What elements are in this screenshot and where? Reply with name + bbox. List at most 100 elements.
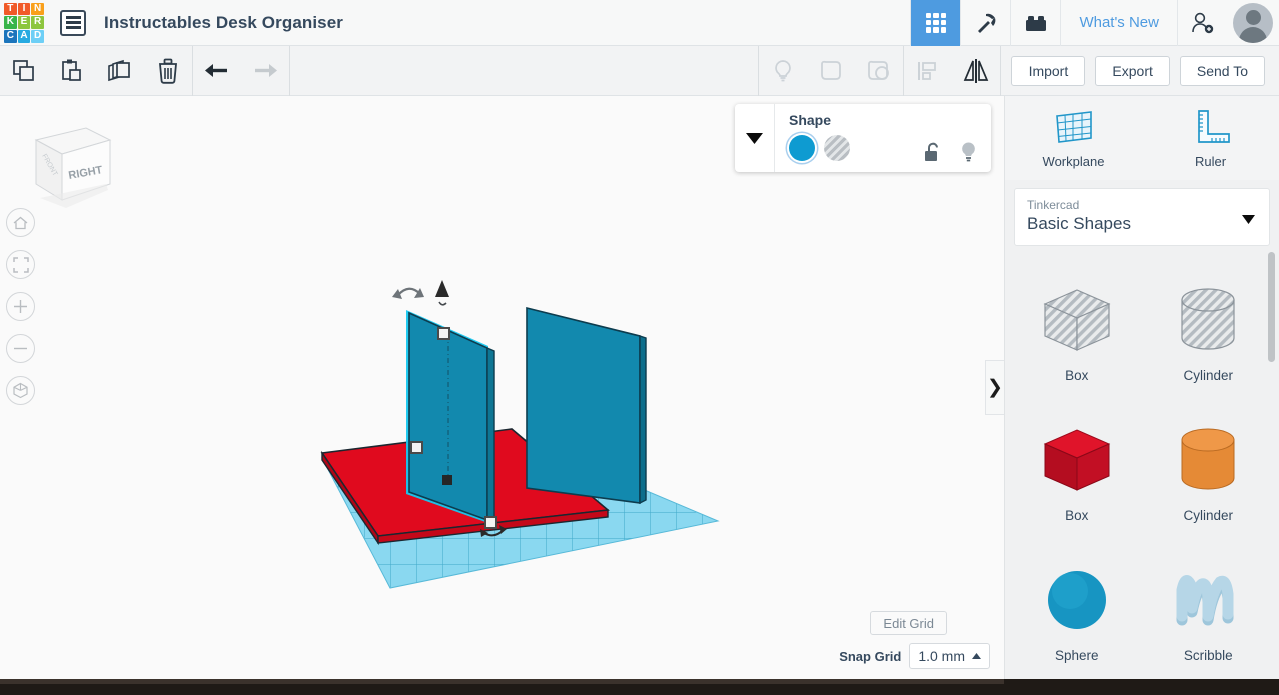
snap-grid-select[interactable]: 1.0 mm [909, 643, 990, 669]
shape-library-grid: Box Cylinder Box Cylinder Sphere Scribbl… [1005, 248, 1279, 695]
view-cube[interactable]: RIGHT FRONT [18, 118, 114, 210]
perspective-toggle-button[interactable] [6, 376, 35, 405]
logo-tile: E [17, 16, 31, 29]
chevron-up-icon [972, 652, 981, 659]
duplicate-icon[interactable] [96, 46, 144, 96]
whats-new-link[interactable]: What's New [1060, 0, 1177, 46]
scribble-thumbnail [1176, 574, 1234, 625]
export-button[interactable]: Export [1095, 55, 1170, 86]
shape-panel-collapse-button[interactable] [735, 104, 775, 172]
hole-box-thumbnail [1043, 288, 1111, 351]
paste-icon[interactable] [48, 46, 96, 96]
app-header: T I N K E R C A D Instructables Desk Org… [0, 0, 1279, 46]
copy-icon[interactable] [0, 46, 48, 96]
library-collection: Basic Shapes [1027, 214, 1131, 233]
file-actions: Import Export Send To [1001, 46, 1279, 96]
tinkercad-logo[interactable]: T I N K E R C A D [2, 1, 46, 45]
zoom-in-button[interactable] [6, 292, 35, 321]
mirror-flip-icon[interactable] [952, 46, 1000, 96]
shape-box-red[interactable]: Box [1011, 400, 1143, 540]
red-box-thumbnail [1043, 428, 1110, 491]
avatar-container [1227, 0, 1279, 46]
divider-wall-front[interactable] [406, 310, 495, 523]
ruler-tool-label: Ruler [1194, 153, 1227, 169]
snap-grid-label: Snap Grid [839, 648, 902, 664]
ruler-icon [1197, 109, 1230, 143]
avatar[interactable] [1233, 2, 1273, 43]
tinkercad-app: T I N K E R C A D Instructables Desk Org… [0, 0, 1279, 695]
shape-panel-body: Shape [775, 104, 991, 172]
object-tools [759, 46, 903, 96]
logo-tile: A [17, 29, 31, 43]
undo-icon[interactable] [193, 46, 241, 96]
redo-icon[interactable] [241, 46, 289, 96]
resize-handle-top[interactable] [437, 327, 450, 340]
rotate-handle-top[interactable] [392, 287, 424, 299]
lightbulb-icon[interactable] [959, 141, 978, 163]
solid-color-swatch[interactable] [789, 135, 815, 161]
send-to-button[interactable]: Send To [1179, 55, 1265, 86]
shape-box-hole[interactable]: Box [1011, 260, 1143, 400]
import-button[interactable]: Import [1011, 55, 1086, 86]
viewport-nav-controls [6, 208, 35, 418]
shape-library-select[interactable]: Tinkercad Basic Shapes [1014, 188, 1270, 246]
shape-label: Box [1065, 367, 1089, 383]
sidebar-scrollbar[interactable] [1268, 252, 1275, 362]
panel-toggle-button[interactable]: ❯ [985, 360, 1004, 415]
lego-brick-icon[interactable] [1010, 0, 1060, 46]
grid-apps-icon[interactable] [910, 0, 961, 46]
fit-to-view-button[interactable] [6, 250, 35, 279]
logo-tile: T [4, 2, 17, 16]
workplane-tool[interactable]: Workplane [1005, 96, 1142, 180]
ungroup-icon[interactable] [855, 46, 903, 96]
toolbar-divider [289, 45, 290, 96]
scene-canvas[interactable] [0, 96, 1004, 679]
height-handle-arrow[interactable] [435, 280, 449, 306]
logo-tile: N [31, 2, 44, 16]
3d-viewport[interactable]: RIGHT FRONT Edit Grid Snap Grid 1.0 mm ❯ [0, 96, 1004, 679]
hole-swatch[interactable] [824, 135, 850, 161]
center-handle[interactable] [442, 475, 452, 485]
shape-label: Box [1065, 507, 1089, 523]
shape-label: Scribble [1183, 647, 1233, 663]
workplane-tool-label: Workplane [1042, 153, 1105, 169]
align-icon[interactable] [904, 46, 952, 96]
zoom-out-button[interactable] [6, 334, 35, 363]
logo-tile: D [31, 29, 44, 43]
divider-wall-back[interactable] [526, 306, 647, 505]
lightbulb-hide-icon[interactable] [759, 46, 807, 96]
snap-grid-row: Snap Grid 1.0 mm [839, 643, 990, 669]
unlock-icon[interactable] [923, 142, 942, 162]
minecraft-pickaxe-icon[interactable] [960, 0, 1010, 46]
resize-handle-bottom[interactable] [484, 516, 497, 529]
orange-cylinder-thumbnail [1181, 428, 1235, 489]
shape-sphere-blue[interactable]: Sphere [1011, 540, 1143, 680]
resize-handle-left[interactable] [410, 441, 423, 454]
clipboard-tools [0, 46, 192, 96]
shape-label: Cylinder [1183, 507, 1234, 523]
list-menu-icon[interactable] [60, 9, 86, 36]
logo-tile: I [17, 2, 31, 16]
shape-scribble[interactable]: Scribble [1143, 540, 1275, 680]
logo-tile: K [4, 16, 17, 29]
chevron-down-icon [1242, 215, 1255, 224]
triangle-down-icon [746, 132, 763, 144]
snap-grid-value: 1.0 mm [918, 648, 965, 664]
delete-trash-icon[interactable] [144, 46, 192, 96]
sidebar-tools-row: Workplane Ruler [1005, 96, 1279, 180]
shape-cylinder-orange[interactable]: Cylinder [1143, 400, 1275, 540]
home-view-button[interactable] [6, 208, 35, 237]
shape-properties-panel: Shape [735, 104, 991, 172]
shape-cylinder-hole[interactable]: Cylinder [1143, 260, 1275, 400]
ruler-tool[interactable]: Ruler [1142, 96, 1279, 180]
shapes-sidebar: Workplane Ruler Tinkercad Basic Shapes B… [1004, 96, 1279, 695]
blue-sphere-thumbnail [1047, 570, 1106, 629]
shape-label: Sphere [1054, 647, 1099, 663]
page-title: Instructables Desk Organiser [104, 12, 344, 32]
add-person-icon[interactable] [1177, 0, 1227, 46]
group-icon[interactable] [807, 46, 855, 96]
library-owner: Tinkercad [1027, 198, 1080, 212]
edit-grid-button[interactable]: Edit Grid [870, 611, 947, 635]
header-right-group: What's New [910, 0, 1279, 46]
shape-label: Cylinder [1183, 367, 1234, 383]
